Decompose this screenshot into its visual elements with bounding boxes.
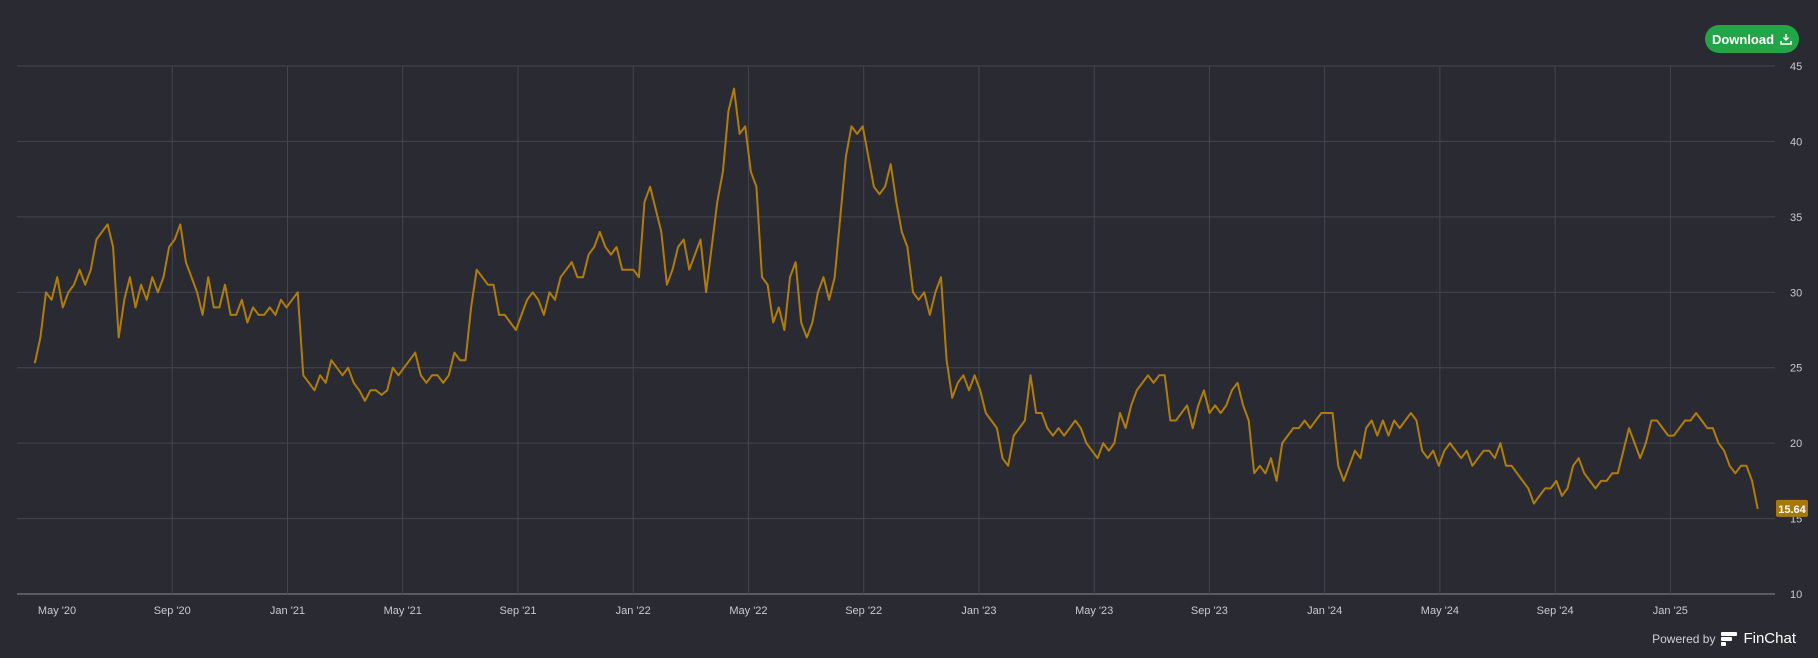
x-tick-label: May '22 (729, 605, 767, 617)
x-tick-label: May '20 (38, 605, 76, 617)
y-tick-label: 40 (1790, 136, 1802, 148)
y-tick-label: 10 (1790, 589, 1802, 601)
y-tick-label: 25 (1790, 363, 1802, 375)
powered-by-label: Powered by (1652, 631, 1716, 646)
x-tick-label: Sep '21 (499, 605, 536, 617)
series-line (33, 87, 1759, 510)
x-tick-label: Jan '21 (270, 605, 305, 617)
x-tick-label: Sep '23 (1191, 605, 1228, 617)
y-tick-label: 45 (1790, 61, 1802, 73)
x-tick-label: Sep '24 (1537, 605, 1574, 617)
y-tick-label: 20 (1790, 438, 1802, 450)
x-tick-label: Sep '22 (845, 605, 882, 617)
x-tick-label: Jan '23 (961, 605, 996, 617)
line-chart: 1015202530354045May '20 Sep '20 Jan '21 May… (17, 61, 1808, 617)
y-tick-label: 35 (1790, 212, 1802, 224)
x-tick-label: May '24 (1421, 605, 1459, 617)
finchat-brand: FinChat (1743, 630, 1796, 647)
x-tick-label: Sep '20 (154, 605, 191, 617)
last-value-label: 15.64 (1778, 504, 1806, 516)
finchat-logo-icon (1721, 631, 1738, 646)
x-tick-label: May '21 (384, 605, 422, 617)
x-tick-label: Jan '22 (616, 605, 651, 617)
y-tick-label: 30 (1790, 287, 1802, 299)
x-tick-label: Jan '25 (1653, 605, 1688, 617)
x-tick-label: May '23 (1075, 605, 1113, 617)
x-tick-label: Jan '24 (1307, 605, 1342, 617)
powered-by: Powered by FinChat (1652, 630, 1796, 647)
